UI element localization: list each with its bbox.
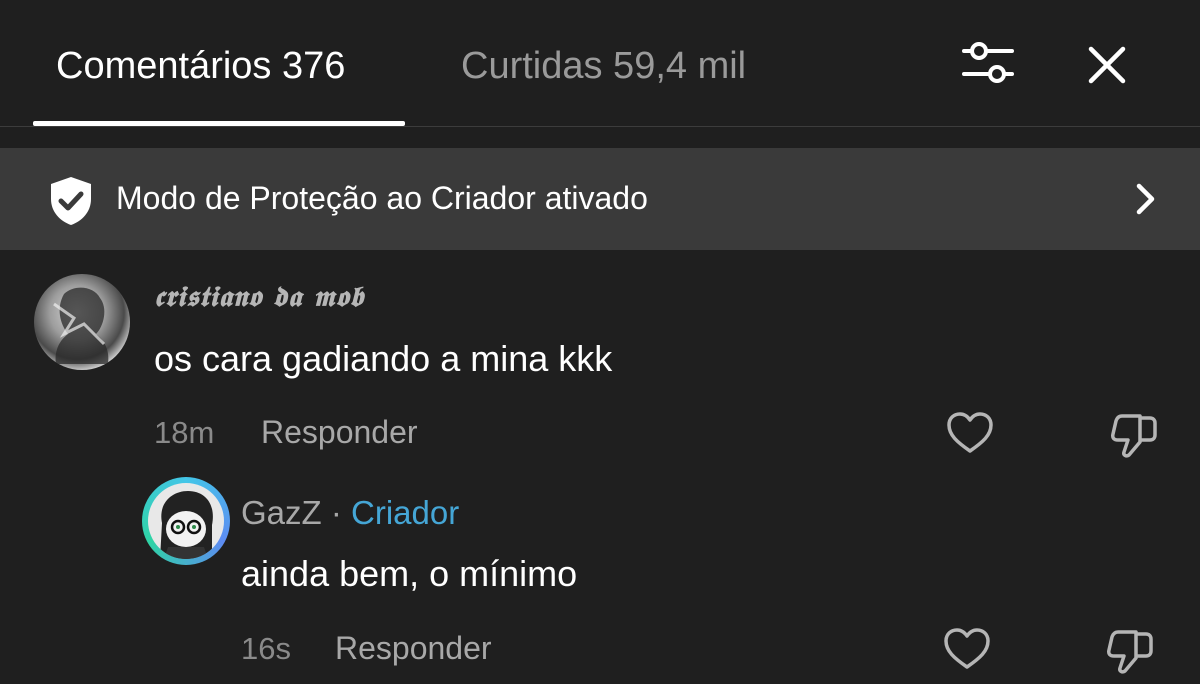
comment-timestamp: 16s (241, 631, 291, 666)
creator-protection-banner[interactable]: Modo de Proteção ao Criador ativado (0, 148, 1200, 250)
comment-text: ainda bem, o mínimo (241, 553, 578, 594)
comment-text: os cara gadiando a mina kkk (154, 338, 613, 379)
shield-check-icon (46, 175, 96, 227)
reply-button[interactable]: Responder (261, 413, 418, 451)
thumbs-down-icon (1111, 414, 1157, 458)
heart-icon (944, 628, 990, 669)
heart-icon (947, 412, 993, 453)
sliders-icon (962, 42, 1014, 83)
comment-timestamp: 18m (154, 415, 215, 450)
like-button[interactable] (945, 410, 995, 456)
tab-likes[interactable]: Curtidas 59,4 mil (461, 44, 746, 88)
filter-button[interactable] (958, 38, 1018, 88)
chevron-right-icon (1130, 182, 1160, 216)
comment-username[interactable]: GazZ (241, 494, 322, 531)
like-button[interactable] (942, 626, 992, 672)
creator-avatar[interactable] (142, 477, 230, 565)
tab-comments[interactable]: Comentários 376 (56, 44, 345, 88)
thumbs-down-icon (1107, 630, 1153, 674)
avatar[interactable] (34, 274, 130, 370)
active-tab-indicator (33, 121, 405, 126)
creator-badge: Criador (351, 494, 460, 531)
dislike-button[interactable] (1110, 410, 1160, 458)
creator-username-line: GazZ · Criador (241, 493, 459, 533)
comment-username[interactable]: 𝖈𝖗𝖎𝖘𝖙𝖎𝖆𝖓𝖔 𝖉𝖆 𝖒𝖔𝖇 (154, 280, 364, 314)
comments-header: Comentários 376 Curtidas 59,4 mil (0, 0, 1200, 127)
close-icon (1088, 46, 1126, 84)
banner-text: Modo de Proteção ao Criador ativado (116, 180, 648, 216)
dislike-button[interactable] (1106, 626, 1156, 674)
separator-dot: · (330, 494, 342, 531)
close-button[interactable] (1082, 40, 1132, 90)
reply-button[interactable]: Responder (335, 629, 492, 667)
